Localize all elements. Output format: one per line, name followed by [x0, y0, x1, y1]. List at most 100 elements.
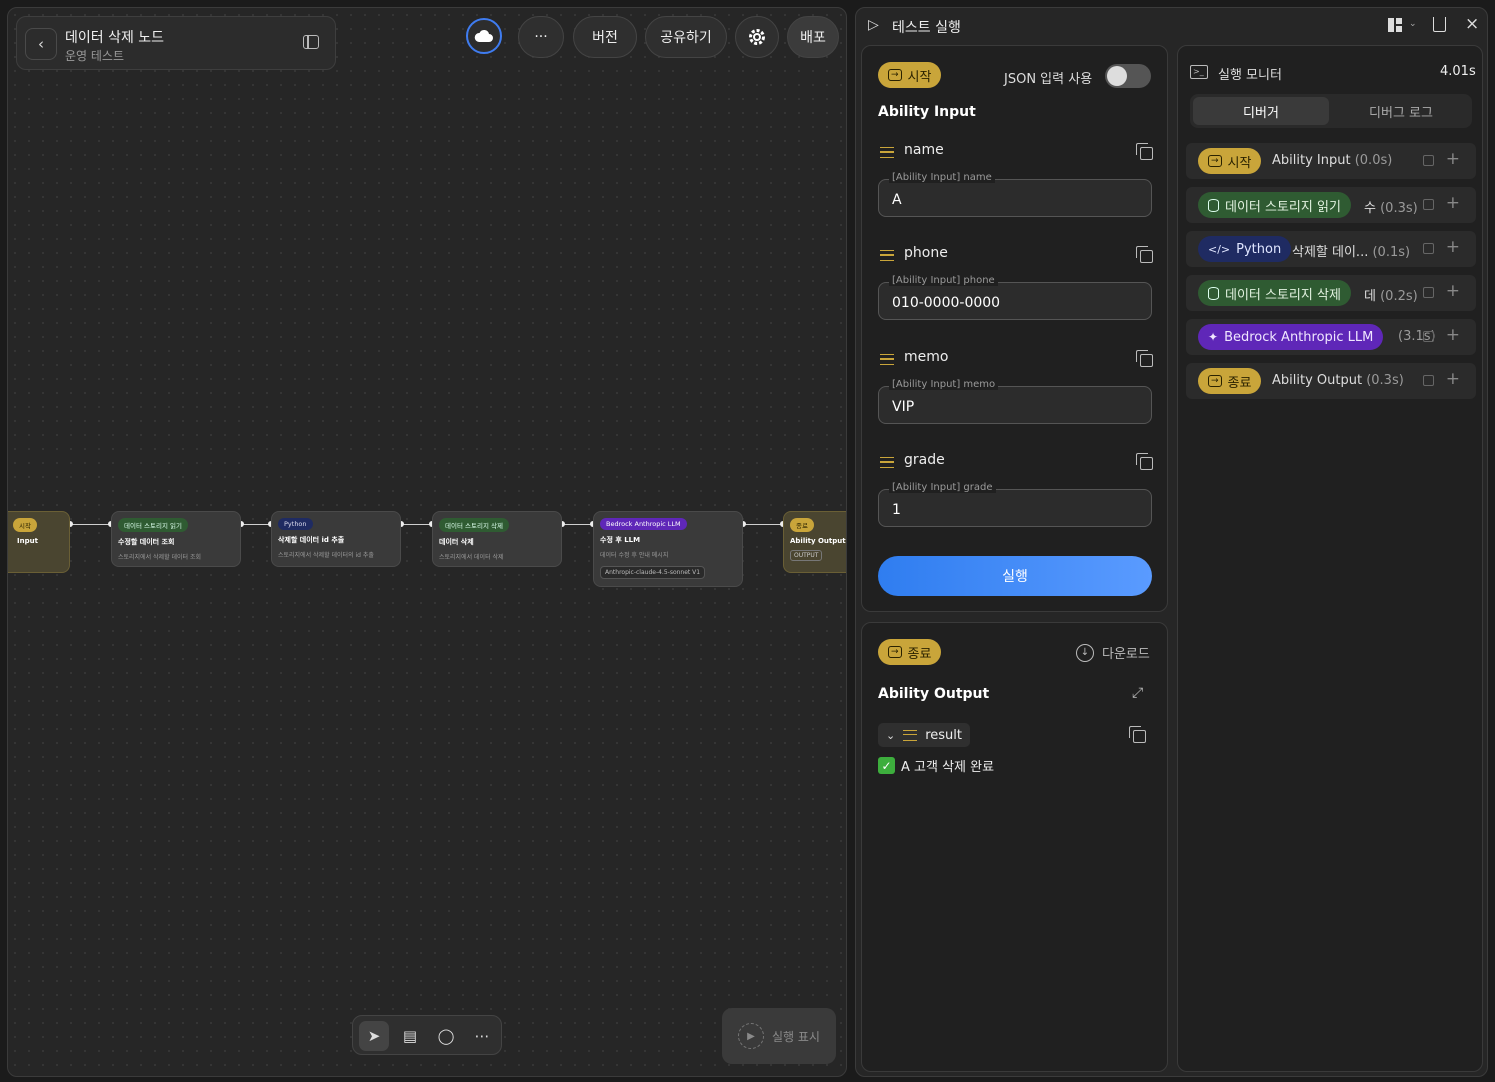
copy-icon[interactable] — [1423, 155, 1434, 166]
monitor-row-text: Ability Input (0.0s) — [1272, 153, 1393, 168]
name-input[interactable]: A — [878, 179, 1152, 217]
chevron-left-icon: ‹ — [38, 35, 44, 53]
enter-icon: → — [888, 646, 902, 658]
copy-icon[interactable] — [1136, 453, 1153, 470]
monitor-row-text: Ability Output (0.3s) — [1272, 373, 1404, 388]
copy-icon[interactable] — [1129, 726, 1146, 743]
output-panel: → 종료 ↓ 다운로드 Ability Output ⤢ ⌄ result ✓ … — [861, 622, 1168, 1072]
tab-debugger[interactable]: 디버거 — [1193, 97, 1329, 125]
monitor-badge: → 시작 — [1198, 148, 1262, 174]
field-legend: [Ability Input] memo — [889, 379, 999, 390]
close-icon[interactable]: × — [1465, 14, 1479, 34]
monitor-row[interactable]: ✦ Bedrock Anthropic LLM (3.1s) + — [1186, 319, 1476, 355]
input-section-title: Ability Input — [878, 104, 976, 120]
flow-node-storage-read[interactable]: 데이터 스토리지 읽기 수정할 데이터 조회 스토리지에서 삭제할 데이터 조회 — [111, 511, 241, 567]
monitor-badge: </> Python — [1198, 236, 1292, 262]
more-tools-button[interactable]: ⋯ — [467, 1021, 497, 1051]
monitor-row[interactable]: → 시작 Ability Input (0.0s) + — [1186, 143, 1476, 179]
monitor-row[interactable]: </> Python 삭제할 데이... (0.1s) + — [1186, 231, 1476, 267]
result-key-chip[interactable]: ⌄ result — [878, 723, 970, 747]
start-badge: → 시작 — [878, 62, 942, 88]
phone-input[interactable]: 010-0000-0000 — [878, 282, 1152, 320]
node-tag: Bedrock Anthropic LLM — [600, 518, 687, 530]
pointer-tool-button[interactable]: ➤ — [359, 1021, 389, 1051]
flow-node-llm[interactable]: Bedrock Anthropic LLM 수정 후 LLM 데이터 수정 후 … — [593, 511, 743, 587]
flow-canvas[interactable]: ‹ 데이터 삭제 노드 운영 테스트 ··· 버전 공유하기 배포 시작 Inp… — [7, 7, 847, 1077]
field-label: name — [904, 142, 944, 158]
copy-icon[interactable] — [1423, 375, 1434, 386]
test-run-title: 테스트 실행 — [892, 20, 961, 36]
field-phone: phone 010-0000-0000 [Ability Input] phon… — [878, 245, 1153, 325]
copy-icon[interactable] — [1423, 331, 1434, 342]
copy-icon[interactable] — [1136, 350, 1153, 367]
plus-icon[interactable]: + — [1446, 369, 1460, 389]
run-button[interactable]: 실행 — [878, 556, 1152, 596]
cloud-sync-button[interactable] — [466, 18, 502, 54]
field-legend: [Ability Input] grade — [889, 482, 996, 493]
plus-icon[interactable]: + — [1446, 149, 1460, 169]
field-label: grade — [904, 452, 945, 468]
field-memo: memo VIP [Ability Input] memo — [878, 349, 1153, 429]
monitor-row[interactable]: 데이터 스토리지 읽기 수 (0.3s) + — [1186, 187, 1476, 223]
comment-tool-button[interactable]: ◯ — [431, 1021, 461, 1051]
node-model-chip: Anthropic-claude-4.5-sonnet V1 — [600, 566, 706, 579]
field-legend: [Ability Input] phone — [889, 275, 998, 286]
version-button[interactable]: 버전 — [573, 16, 637, 58]
node-tag: 종료 — [790, 518, 814, 532]
memo-input[interactable]: VIP — [878, 386, 1152, 424]
canvas-toolbar: ➤ ▤ ◯ ⋯ — [352, 1015, 502, 1055]
deploy-button[interactable]: 배포 — [787, 16, 839, 58]
node-title: Input — [17, 537, 38, 545]
node-desc: 스토리지에서 데이터 삭제 — [439, 554, 504, 561]
monitor-row[interactable]: → 종료 Ability Output (0.3s) + — [1186, 363, 1476, 399]
flow-subtitle: 운영 테스트 — [65, 49, 125, 63]
flow-header-card: ‹ 데이터 삭제 노드 운영 테스트 — [16, 16, 336, 70]
pointer-icon: ➤ — [367, 1027, 381, 1045]
plus-icon[interactable]: + — [1446, 281, 1460, 301]
copy-icon[interactable] — [1136, 143, 1153, 160]
copy-icon[interactable] — [1423, 199, 1434, 210]
more-button[interactable]: ··· — [518, 16, 564, 58]
expand-icon[interactable]: ⤢ — [1132, 685, 1143, 701]
plus-icon[interactable]: + — [1446, 325, 1460, 345]
text-field-icon — [880, 147, 894, 158]
sidebar-toggle-icon[interactable] — [303, 35, 319, 49]
flow-node-python[interactable]: Python 삭제할 데이터 id 추출 스토리지에서 삭제할 데이터의 id … — [271, 511, 401, 567]
flow-node-end[interactable]: 종료 Ability Output OUTPUT — [783, 511, 846, 573]
chevron-down-icon[interactable]: ⌄ — [1409, 19, 1417, 29]
share-button[interactable]: 공유하기 — [645, 16, 727, 58]
play-circle-icon: ▶ — [738, 1023, 764, 1049]
plus-icon[interactable]: + — [1446, 193, 1460, 213]
database-icon — [1208, 286, 1219, 300]
node-title: 수정 후 LLM — [600, 536, 641, 544]
enter-icon: → — [888, 69, 902, 81]
plus-icon[interactable]: + — [1446, 237, 1460, 257]
input-panel: → 시작 JSON 입력 사용 Ability Input name A [Ab… — [861, 45, 1168, 612]
json-input-toggle[interactable] — [1105, 64, 1151, 88]
layout-icon[interactable] — [1388, 18, 1402, 32]
node-desc: 스토리지에서 삭제할 데이터 조회 — [118, 554, 202, 561]
flow-node-start[interactable]: 시작 Input — [8, 511, 70, 573]
text-field-icon — [880, 457, 894, 468]
download-button[interactable]: ↓ 다운로드 — [1076, 643, 1150, 662]
more-icon: ··· — [534, 29, 548, 45]
terminal-icon: >_ — [1190, 65, 1208, 79]
monitor-tabs: 디버거 디버그 로그 — [1190, 94, 1472, 128]
copy-icon[interactable] — [1423, 243, 1434, 254]
tab-debug-log[interactable]: 디버그 로그 — [1333, 97, 1469, 125]
settings-button[interactable] — [735, 16, 779, 58]
run-show-button[interactable]: ▶ 실행 표시 — [722, 1008, 836, 1064]
grade-input[interactable]: 1 — [878, 489, 1152, 527]
monitor-badge: → 종료 — [1198, 368, 1262, 394]
back-button[interactable]: ‹ — [25, 28, 57, 60]
copy-icon[interactable] — [1423, 287, 1434, 298]
flow-title: 데이터 삭제 노드 — [65, 30, 165, 46]
monitor-row[interactable]: 데이터 스토리지 삭제 데 (0.2s) + — [1186, 275, 1476, 311]
flow-node-storage-delete[interactable]: 데이터 스토리지 삭제 데이터 삭제 스토리지에서 데이터 삭제 — [432, 511, 562, 567]
node-title: Ability Output — [790, 537, 846, 545]
enter-icon: → — [1208, 155, 1222, 167]
note-tool-button[interactable]: ▤ — [395, 1021, 425, 1051]
monitor-row-text: 데 (0.2s) — [1364, 289, 1418, 304]
trash-icon[interactable] — [1433, 17, 1446, 32]
copy-icon[interactable] — [1136, 246, 1153, 263]
